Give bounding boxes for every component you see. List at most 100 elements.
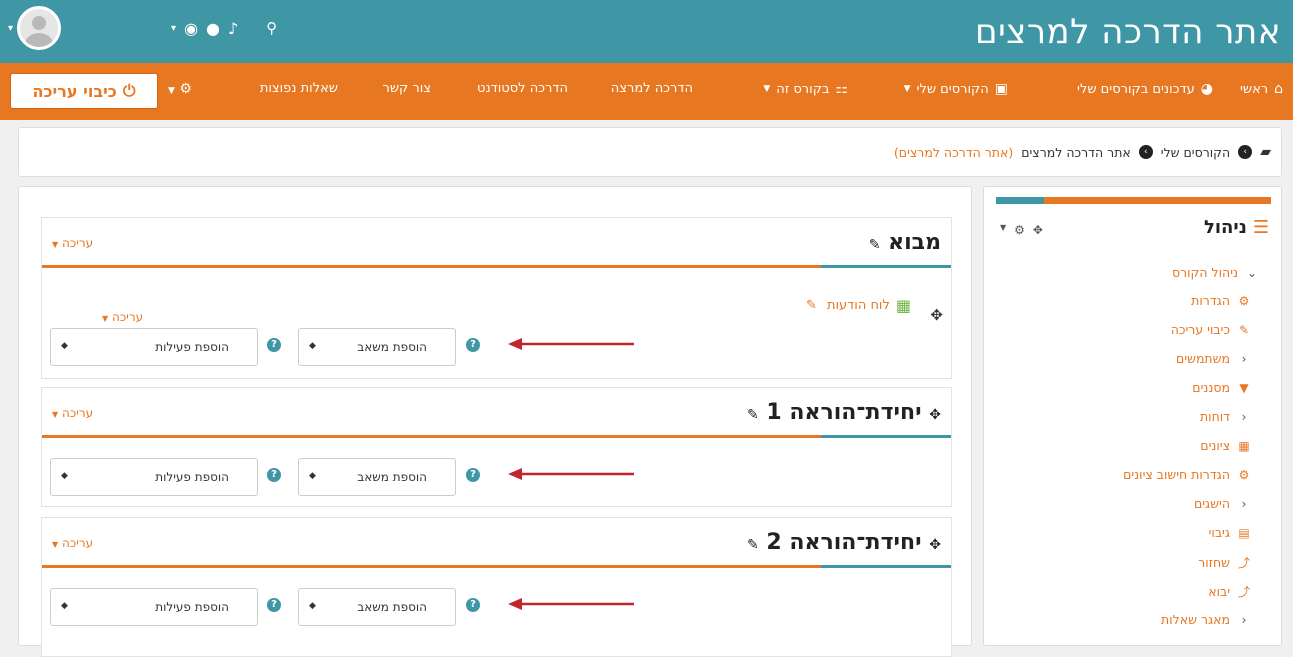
file-icon: ▤ — [1238, 525, 1250, 540]
sidebar-item-restore[interactable]: ⤴ שחזור — [1198, 554, 1251, 571]
help-icon[interactable]: ? — [466, 598, 480, 612]
sidebar-item-backup[interactable]: ▤ גיבוי — [1209, 525, 1251, 540]
search-icon[interactable]: ⚲ — [266, 19, 277, 37]
sidebar-item-label: משתמשים — [1176, 351, 1230, 366]
sidebar-item-question-bank[interactable]: ‹ מאגר שאלות — [1161, 612, 1251, 627]
section-title[interactable]: מבוא ✎ — [869, 230, 941, 255]
help-icon[interactable]: ? — [267, 468, 281, 482]
pencil-icon[interactable]: ✎ — [747, 537, 759, 553]
nav-contact[interactable]: צור קשר — [383, 81, 432, 96]
section-edit-menu[interactable]: עריכה ▼ — [52, 236, 93, 250]
edit-off-button[interactable]: ⏻ כיבוי עריכה — [10, 73, 158, 109]
move-icon[interactable]: ✥ — [1033, 223, 1043, 237]
section-title[interactable]: ✥ יחידת־הוראה 2 ✎ — [747, 530, 941, 555]
sidebar-item-label: ציונים — [1200, 438, 1230, 453]
help-icon[interactable]: ? — [466, 338, 480, 352]
help-icon[interactable]: ? — [466, 468, 480, 482]
sidebar-item-badges[interactable]: ‹ הישגים — [1194, 496, 1251, 511]
site-title[interactable]: אתר הדרכה למרצים — [975, 12, 1281, 52]
move-icon[interactable]: ✥ — [930, 306, 943, 324]
sidebar-item-label: מאגר שאלות — [1161, 612, 1230, 627]
nav-lecturer-guide[interactable]: הדרכה למרצה — [611, 81, 693, 96]
nav-student-guide[interactable]: הדרכה לסטודנט — [477, 81, 568, 96]
nav-this-course[interactable]: ⚏ בקורס זה ▼ — [763, 81, 848, 97]
sidebar-item-grades[interactable]: ▦ ציונים — [1200, 438, 1251, 453]
section-edit-menu[interactable]: עריכה ▼ — [52, 406, 93, 420]
nav-my-courses[interactable]: ▣ הקורסים שלי ▼ — [904, 81, 1008, 97]
breadcrumb-site[interactable]: אתר הדרכה למרצים — [1021, 145, 1131, 160]
nav-faq-label: שאלות נפוצות — [259, 81, 338, 96]
red-arrow-icon — [508, 468, 634, 480]
add-resource-select[interactable]: הוספת משאב ◆ — [298, 588, 456, 626]
nav-updates[interactable]: ◕ עדכונים בקורסים שלי — [1077, 81, 1213, 97]
section-intro: מבוא ✎ עריכה ▼ ✥ ▦ לוח הודעות ✎ עריכה ▼ … — [41, 217, 952, 379]
pencil-icon[interactable]: ✎ — [869, 237, 881, 253]
sidebar-item-course-admin[interactable]: ⌄ ניהול הקורס — [1172, 265, 1259, 280]
sidebar-item-edit-off[interactable]: ✎ כיבוי עריכה — [1171, 322, 1251, 337]
red-arrow-icon — [508, 338, 634, 350]
chevron-down-icon: ⌄ — [1246, 265, 1258, 280]
help-icon[interactable]: ? — [267, 338, 281, 352]
dashboard-icon: ◕ — [1200, 81, 1213, 97]
top-bar: ▾ ▾ ◉ ● ♪ ⚲ אתר הדרכה למרצים — [0, 0, 1293, 63]
nav-faq[interactable]: שאלות נפוצות — [260, 81, 338, 96]
sidebar-item-import[interactable]: ⤴ יבוא — [1208, 583, 1251, 600]
section-edit-menu[interactable]: עריכה ▼ — [52, 536, 93, 550]
bell-icon[interactable]: ♪ — [228, 19, 238, 38]
add-activity-select[interactable]: הוספת פעילות ◆ — [50, 458, 258, 496]
activity-name: לוח הודעות — [826, 298, 890, 313]
settings-menu[interactable]: ▼ ⚙ — [168, 81, 192, 97]
caret-down-icon[interactable]: ▾ — [8, 23, 13, 34]
add-activity-select[interactable]: הוספת פעילות ◆ — [50, 328, 258, 366]
chevron-left-icon: ‹ — [1241, 351, 1247, 366]
user-tools: ▾ ▾ ◉ ● ♪ ⚲ — [8, 6, 277, 50]
sidebar-item-label: ניהול הקורס — [1171, 265, 1238, 280]
nav-this-course-label: בקורס זה — [776, 81, 830, 97]
caret-down-icon[interactable]: ▼ — [1000, 223, 1006, 237]
sidebar-item-reports[interactable]: ‹ דוחות — [1200, 409, 1251, 424]
breadcrumb-my-courses[interactable]: הקורסים שלי — [1161, 145, 1230, 160]
nav-home-label: ראשי — [1239, 81, 1269, 97]
upload-icon: ⤴ — [1237, 585, 1250, 599]
add-activity-label: הוספת פעילות — [155, 470, 229, 484]
top-icons: ▾ ◉ ● ♪ — [171, 19, 238, 38]
sidebar-item-grade-calc[interactable]: ⚙ הגדרות חישוב ציונים — [1123, 467, 1251, 482]
move-icon[interactable]: ✥ — [929, 407, 941, 423]
gear-icon: ⚙ — [1238, 467, 1250, 482]
section-edit-label: עריכה — [61, 236, 94, 250]
sidebar-item-users[interactable]: ‹ משתמשים — [1176, 351, 1251, 366]
gear-icon[interactable]: ⚙ — [1014, 223, 1025, 237]
help-icon[interactable]: ? — [267, 598, 281, 612]
sidebar-item-label: הגדרות — [1191, 293, 1230, 308]
activity-forum[interactable]: ▦ לוח הודעות ✎ — [806, 296, 911, 315]
section-unit-1: ✥ יחידת־הוראה 1 ✎ עריכה ▼ ? הוספת משאב ◆… — [41, 387, 952, 507]
add-activity-select[interactable]: הוספת פעילות ◆ — [50, 588, 258, 626]
add-resource-label: הוספת משאב — [357, 470, 427, 484]
section-title-text: מבוא — [888, 230, 941, 255]
breadcrumb-site-link[interactable]: (אתר הדרכה למרצים) — [894, 145, 1013, 160]
pencil-icon[interactable]: ✎ — [806, 298, 817, 313]
activity-edit-menu[interactable]: עריכה ▼ — [102, 310, 143, 324]
add-resource-select[interactable]: הוספת משאב ◆ — [298, 458, 456, 496]
sidebar-item-settings[interactable]: ⚙ הגדרות — [1191, 293, 1251, 308]
add-activity-label: הוספת פעילות — [155, 600, 229, 614]
chevron-left-icon: ‹ — [1241, 612, 1247, 627]
globe-icon[interactable]: ◉ — [184, 19, 198, 38]
folder-open-icon: ▰ — [1260, 144, 1271, 160]
sidebar-item-label: מסננים — [1192, 380, 1230, 395]
forum-icon: ▦ — [895, 296, 911, 315]
gear-icon: ⚙ — [179, 81, 192, 97]
pencil-icon[interactable]: ✎ — [747, 407, 759, 423]
nav-home[interactable]: ⌂ ראשי — [1240, 81, 1283, 97]
filter-icon: ▼ — [1239, 380, 1249, 395]
chat-icon[interactable]: ● — [206, 19, 220, 38]
caret-down-icon[interactable]: ▾ — [171, 23, 176, 34]
block-tools: ▼ ⚙ ✥ — [1000, 223, 1043, 237]
avatar[interactable] — [17, 6, 62, 50]
sidebar-item-filters[interactable]: ▼ מסננים — [1192, 380, 1251, 395]
move-icon[interactable]: ✥ — [929, 537, 941, 553]
updown-icon: ◆ — [309, 341, 316, 351]
block-title: ☰ ניהול — [1204, 217, 1269, 238]
add-resource-select[interactable]: הוספת משאב ◆ — [298, 328, 456, 366]
section-title[interactable]: ✥ יחידת־הוראה 1 ✎ — [747, 400, 941, 425]
